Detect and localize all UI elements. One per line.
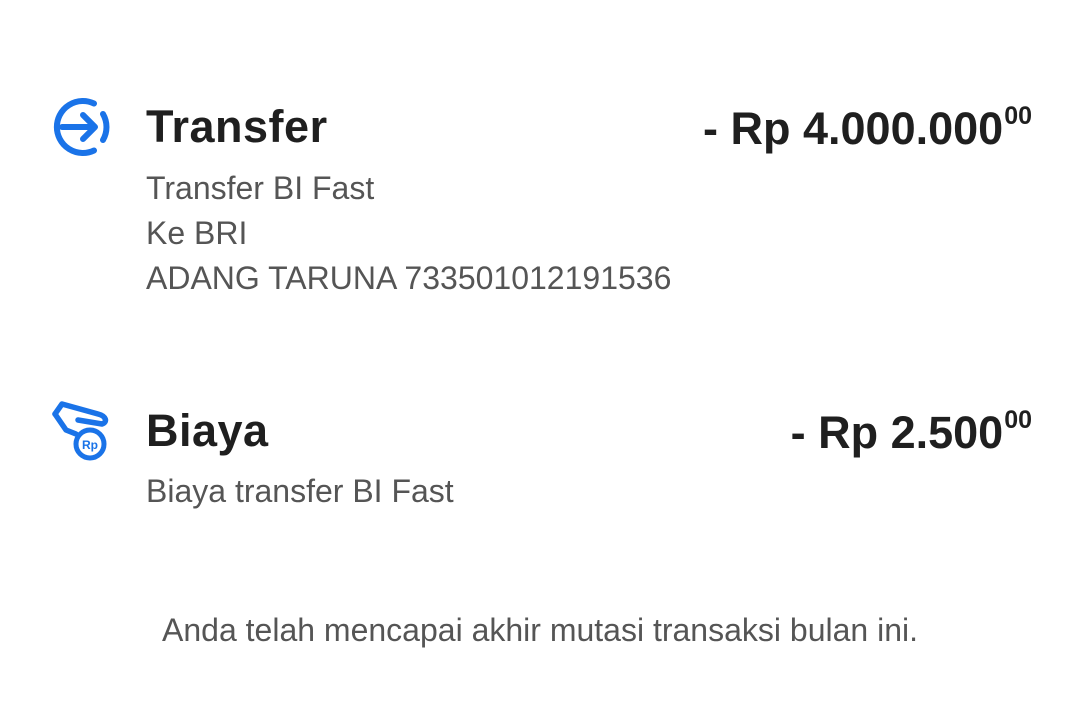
- detail-line-recipient: ADANG TARUNA 733501012191536: [146, 260, 672, 296]
- amount-cents: 00: [1004, 102, 1032, 130]
- transaction-title: Transfer: [146, 101, 328, 152]
- amount-cents: 00: [1004, 406, 1032, 434]
- transaction-details: Transfer BI Fast Ke BRI ADANG TARUNA 733…: [146, 166, 671, 301]
- end-of-history-message: Anda telah mencapai akhir mutasi transak…: [162, 612, 918, 648]
- transaction-amount: - Rp 2.50000: [790, 406, 1032, 458]
- svg-text:Rp: Rp: [82, 438, 98, 452]
- amount-value: - Rp 4.000.000: [703, 103, 1004, 154]
- detail-line-method: Transfer BI Fast: [146, 170, 375, 206]
- transfer-arrow-icon: [50, 94, 116, 160]
- transaction-title: Biaya: [146, 405, 269, 456]
- fee-hand-rp-icon: Rp: [50, 398, 116, 464]
- detail-line-bank: Ke BRI: [146, 215, 248, 251]
- transaction-amount: - Rp 4.000.00000: [703, 102, 1032, 154]
- amount-value: - Rp 2.500: [790, 407, 1004, 458]
- detail-line-description: Biaya transfer BI Fast: [146, 473, 454, 509]
- transaction-details: Biaya transfer BI Fast: [146, 469, 454, 514]
